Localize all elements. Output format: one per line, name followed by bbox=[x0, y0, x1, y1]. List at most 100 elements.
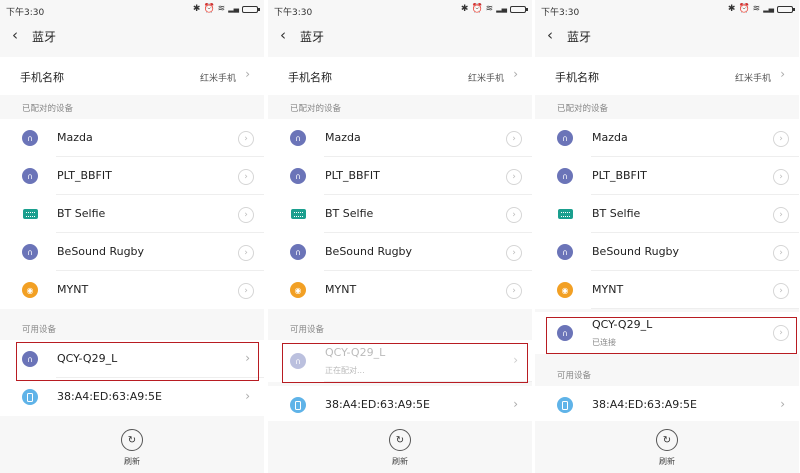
paired-device-row-connected[interactable]: ∩ QCY-Q29_L 已连接 › bbox=[535, 312, 799, 354]
available-section-header: 可用设备 bbox=[22, 325, 57, 335]
refresh-label: 刷新 bbox=[659, 457, 675, 466]
available-device-row[interactable]: ∩ QCY-Q29_L › bbox=[0, 340, 264, 378]
available-device-row-pairing[interactable]: ∩ QCY-Q29_L 正在配对... › bbox=[268, 340, 532, 382]
status-bar: 下午3:30 ✱ ⏰ ≋ ▂▄ bbox=[0, 0, 264, 20]
keyboard-icon bbox=[557, 206, 573, 222]
paired-device-row[interactable]: ∩ Mazda › bbox=[535, 119, 799, 157]
chevron-right-icon: › bbox=[245, 67, 250, 81]
signal-icon: ▂▄ bbox=[763, 4, 774, 13]
device-name: 38:A4:ED:63:A9:5E bbox=[325, 398, 430, 411]
wifi-icon: ≋ bbox=[752, 4, 761, 14]
device-settings-icon[interactable]: › bbox=[238, 131, 254, 147]
chevron-right-icon: › bbox=[513, 67, 518, 81]
device-name: BeSound Rugby bbox=[57, 245, 145, 258]
device-settings-icon[interactable]: › bbox=[506, 169, 522, 185]
status-icons: ✱ ⏰ ≋ ▂▄ bbox=[193, 4, 260, 14]
device-settings-icon[interactable]: › bbox=[506, 207, 522, 223]
device-settings-icon[interactable]: › bbox=[773, 325, 789, 341]
headset-icon: ∩ bbox=[22, 351, 38, 367]
device-name-label: 手机名称 bbox=[288, 71, 332, 84]
refresh-icon[interactable]: ↻ bbox=[656, 429, 678, 451]
alarm-icon: ⏰ bbox=[471, 4, 483, 14]
screenshot-comparison: 下午3:30 ✱ ⏰ ≋ ▂▄ ‹ 蓝牙 手机名称 红米手机 › 已配对的设备 … bbox=[0, 0, 800, 473]
available-section-header: 可用设备 bbox=[290, 325, 325, 335]
wifi-icon: ≋ bbox=[217, 4, 226, 14]
status-bar: 下午3:30 ✱ ⏰ ≋ ▂▄ bbox=[535, 0, 799, 20]
headset-icon: ∩ bbox=[290, 130, 306, 146]
device-settings-icon[interactable]: › bbox=[506, 245, 522, 261]
device-settings-icon[interactable]: › bbox=[238, 169, 254, 185]
back-icon[interactable]: ‹ bbox=[12, 26, 18, 44]
device-name-row[interactable]: 手机名称 红米手机 › bbox=[535, 57, 799, 95]
device-settings-icon[interactable]: › bbox=[506, 283, 522, 299]
battery-icon bbox=[510, 5, 528, 13]
title-bar: ‹ 蓝牙 bbox=[0, 20, 264, 56]
refresh-label: 刷新 bbox=[392, 457, 408, 466]
chevron-right-icon: › bbox=[513, 397, 518, 411]
device-name-value: 红米手机 bbox=[467, 74, 504, 84]
paired-device-row[interactable]: BT Selfie › bbox=[0, 195, 264, 233]
device-name-row[interactable]: 手机名称 红米手机 › bbox=[0, 57, 264, 95]
device-name-row[interactable]: 手机名称 红米手机 › bbox=[268, 57, 532, 95]
keyboard-icon bbox=[22, 206, 38, 222]
headset-icon: ∩ bbox=[557, 168, 573, 184]
paired-device-row[interactable]: ∩ PLT_BBFIT › bbox=[535, 157, 799, 195]
device-settings-icon[interactable]: › bbox=[773, 169, 789, 185]
paired-device-row[interactable]: ∩ Mazda › bbox=[268, 119, 532, 157]
back-icon[interactable]: ‹ bbox=[280, 26, 286, 44]
headset-icon: ∩ bbox=[22, 244, 38, 260]
watch-icon: ◉ bbox=[22, 282, 38, 298]
paired-device-row[interactable]: ◉ MYNT › bbox=[268, 271, 532, 309]
phone-screen-2: 下午3:30 ✱ ⏰ ≋ ▂▄ ‹ 蓝牙 手机名称 红米手机 › 已配对的设备 … bbox=[268, 0, 533, 473]
page-title: 蓝牙 bbox=[567, 30, 592, 44]
chevron-right-icon: › bbox=[513, 353, 518, 367]
connection-status: 已连接 bbox=[592, 338, 616, 347]
device-name: BT Selfie bbox=[592, 207, 641, 220]
available-device-row[interactable]: 38:A4:ED:63:A9:5E › bbox=[535, 386, 799, 424]
chevron-right-icon: › bbox=[780, 67, 785, 81]
paired-device-row[interactable]: ∩ Mazda › bbox=[0, 119, 264, 157]
paired-device-row[interactable]: ∩ BeSound Rugby › bbox=[535, 233, 799, 271]
paired-device-row[interactable]: ∩ BeSound Rugby › bbox=[268, 233, 532, 271]
device-settings-icon[interactable]: › bbox=[238, 245, 254, 261]
device-settings-icon[interactable]: › bbox=[773, 131, 789, 147]
refresh-icon[interactable]: ↻ bbox=[389, 429, 411, 451]
available-device-row[interactable]: 38:A4:ED:63:A9:5E › bbox=[0, 378, 264, 416]
bottom-bar: ↻ 刷新 bbox=[535, 421, 799, 473]
bluetooth-icon: ✱ bbox=[727, 4, 736, 14]
title-bar: ‹ 蓝牙 bbox=[535, 20, 799, 56]
signal-icon: ▂▄ bbox=[496, 4, 507, 13]
refresh-icon[interactable]: ↻ bbox=[121, 429, 143, 451]
device-settings-icon[interactable]: › bbox=[238, 207, 254, 223]
paired-device-row[interactable]: ◉ MYNT › bbox=[535, 271, 799, 309]
alarm-icon: ⏰ bbox=[203, 4, 215, 14]
chevron-right-icon: › bbox=[245, 389, 250, 403]
status-time: 下午3:30 bbox=[541, 8, 580, 18]
headset-icon: ∩ bbox=[22, 130, 38, 146]
available-device-row[interactable]: 38:A4:ED:63:A9:5E › bbox=[268, 386, 532, 424]
device-name-label: 手机名称 bbox=[20, 71, 64, 84]
device-settings-icon[interactable]: › bbox=[773, 207, 789, 223]
paired-device-row[interactable]: ∩ BeSound Rugby › bbox=[0, 233, 264, 271]
device-settings-icon[interactable]: › bbox=[773, 283, 789, 299]
device-settings-icon[interactable]: › bbox=[506, 131, 522, 147]
device-name: QCY-Q29_L bbox=[57, 352, 118, 365]
paired-device-row[interactable]: BT Selfie › bbox=[535, 195, 799, 233]
alarm-icon: ⏰ bbox=[738, 4, 750, 14]
device-name: Mazda bbox=[57, 131, 93, 144]
paired-device-row[interactable]: ∩ PLT_BBFIT › bbox=[0, 157, 264, 195]
paired-section-header: 已配对的设备 bbox=[557, 104, 609, 114]
phone-icon bbox=[290, 397, 306, 413]
paired-device-row[interactable]: BT Selfie › bbox=[268, 195, 532, 233]
back-icon[interactable]: ‹ bbox=[547, 26, 553, 44]
device-name: PLT_BBFIT bbox=[325, 169, 380, 182]
keyboard-icon bbox=[290, 206, 306, 222]
device-name: BeSound Rugby bbox=[325, 245, 413, 258]
device-settings-icon[interactable]: › bbox=[238, 283, 254, 299]
page-title: 蓝牙 bbox=[32, 30, 57, 44]
paired-device-row[interactable]: ∩ PLT_BBFIT › bbox=[268, 157, 532, 195]
paired-device-row[interactable]: ◉ MYNT › bbox=[0, 271, 264, 309]
device-settings-icon[interactable]: › bbox=[773, 245, 789, 261]
device-name: BeSound Rugby bbox=[592, 245, 680, 258]
page-title: 蓝牙 bbox=[300, 30, 325, 44]
